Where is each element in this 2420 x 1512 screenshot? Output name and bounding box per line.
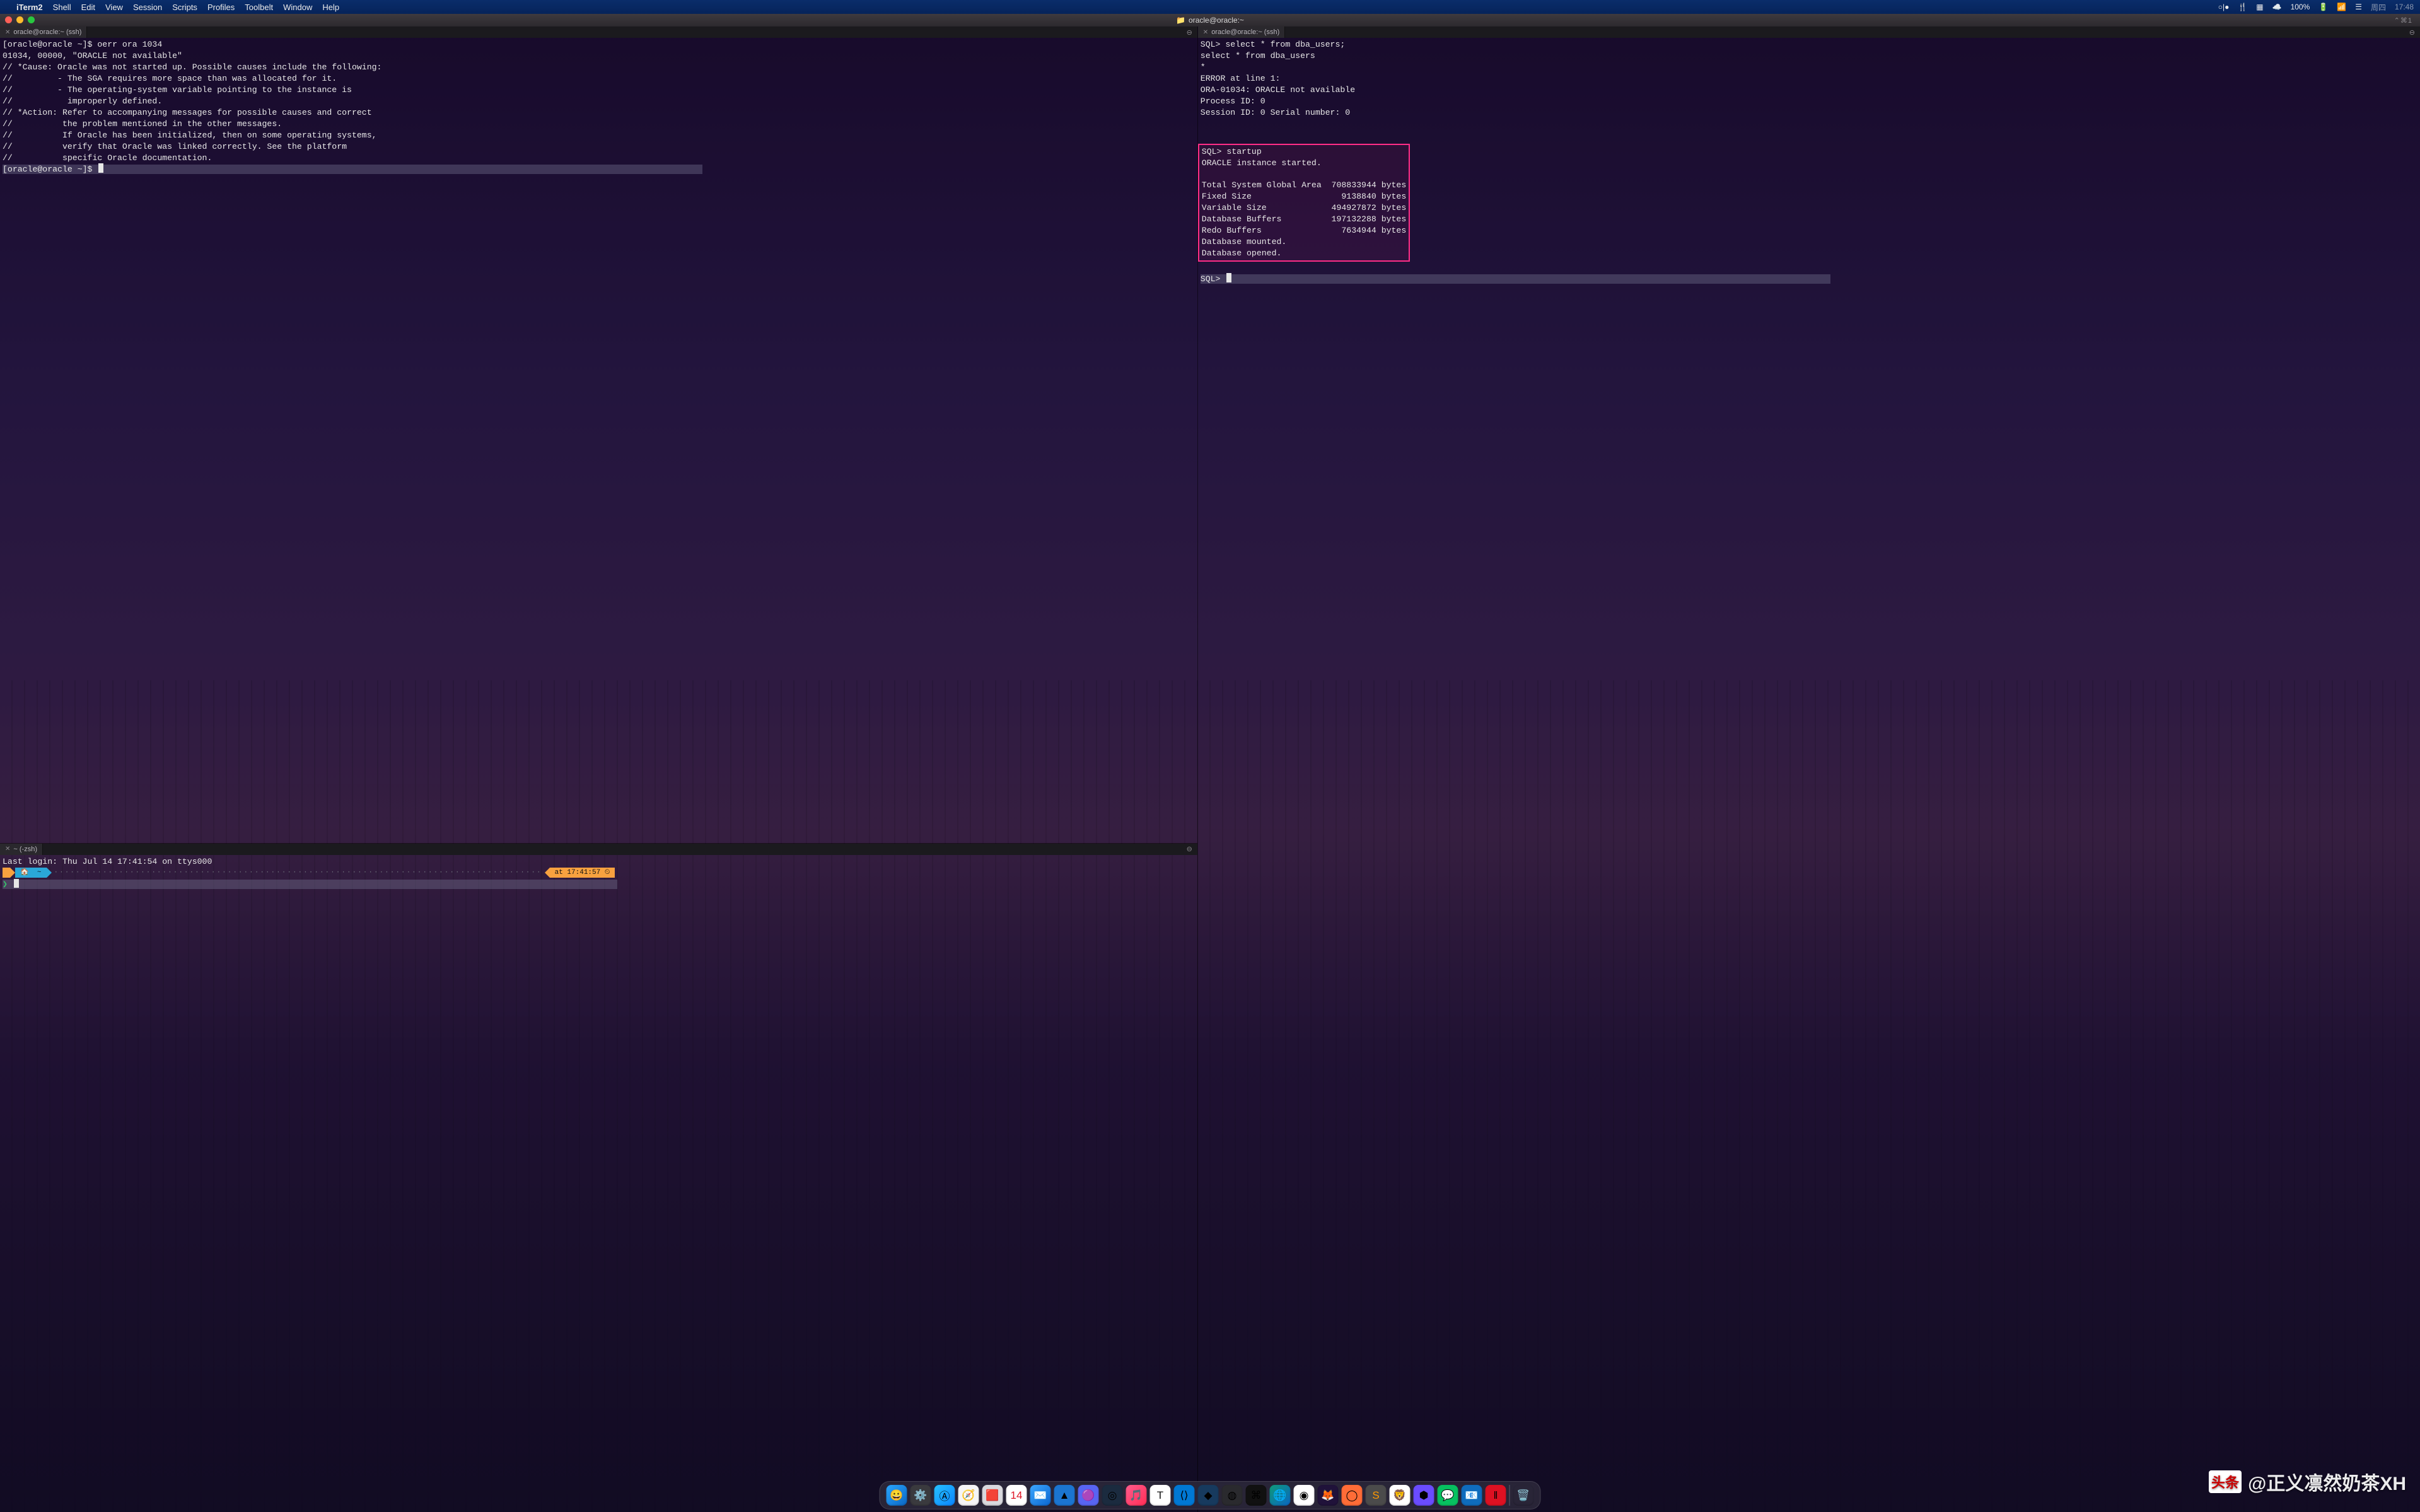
terminal-top-left[interactable]: [oracle@oracle ~]$ oerr ora 1034 01034, …: [0, 38, 1197, 843]
watermark-logo: 头条: [2209, 1470, 2242, 1493]
dock-icon-terminal[interactable]: ⌘: [1246, 1485, 1267, 1506]
pane-bottom-left[interactable]: ✕ ~ (-zsh) ⊖ Last login: Thu Jul 14 17:4…: [0, 844, 1197, 1512]
menu-shell[interactable]: Shell: [53, 3, 71, 12]
dock-icon-edge[interactable]: 🌐: [1270, 1485, 1291, 1506]
iterm-window: 📁 oracle@oracle:~ ⌃⌘1 ✕ oracle@oracle:~ …: [0, 14, 2420, 1512]
watermark-text: @正义凛然奶茶XH: [2248, 1468, 2406, 1496]
menu-help[interactable]: Help: [322, 3, 339, 12]
dock-icon-settings[interactable]: ⚙️: [910, 1485, 931, 1506]
dock-icon-app3[interactable]: ◆: [1198, 1485, 1219, 1506]
menubar-time[interactable]: 17:48: [2395, 3, 2414, 11]
control-center-icon[interactable]: ☰: [2355, 3, 2362, 11]
menu-window[interactable]: Window: [283, 3, 312, 12]
status-icon[interactable]: ○|●: [2218, 3, 2230, 11]
dock-icon-chrome[interactable]: ◉: [1294, 1485, 1315, 1506]
dock-icon-firefox[interactable]: 🦊: [1318, 1485, 1339, 1506]
battery-percent: 100%: [2291, 3, 2310, 11]
watermark: 头条 @正义凛然奶茶XH: [2209, 1468, 2406, 1496]
dock-icon-launchpad[interactable]: 🟥: [982, 1485, 1003, 1506]
tab-title: oracle@oracle:~ (ssh): [13, 28, 81, 36]
folder-icon: 📁: [1176, 16, 1185, 25]
tab-title: oracle@oracle:~ (ssh): [1211, 28, 1279, 36]
menu-view[interactable]: View: [105, 3, 123, 12]
dock-icon-discord[interactable]: 🟣: [1078, 1485, 1099, 1506]
window-zoom-button[interactable]: [28, 16, 35, 23]
wifi-icon[interactable]: 📶: [2337, 3, 2346, 11]
tab-top-left[interactable]: ✕ oracle@oracle:~ (ssh): [0, 26, 87, 38]
menu-scripts[interactable]: Scripts: [172, 3, 197, 12]
tabstrip-right: ✕ oracle@oracle:~ (ssh) ⊖: [1198, 26, 2420, 38]
dock-icon-postman[interactable]: ◯: [1342, 1485, 1363, 1506]
dock-icon-sublime[interactable]: S: [1366, 1485, 1387, 1506]
tab-right[interactable]: ✕ oracle@oracle:~ (ssh): [1198, 26, 1285, 38]
dock-icon-app4[interactable]: ⬢: [1414, 1485, 1434, 1506]
dock-icon-app1[interactable]: ▲: [1054, 1485, 1075, 1506]
menu-session[interactable]: Session: [133, 3, 162, 12]
window-titlebar[interactable]: 📁 oracle@oracle:~ ⌃⌘1: [0, 14, 2420, 26]
dock-icon-music[interactable]: 🎵: [1126, 1485, 1147, 1506]
dashboard-icon[interactable]: ▦: [2256, 3, 2263, 11]
tab-close-icon[interactable]: ✕: [1203, 29, 1208, 36]
dock-icon-outlook[interactable]: 📧: [1462, 1485, 1482, 1506]
pane-maximize-icon[interactable]: ⊖: [2404, 28, 2420, 37]
menu-profiles[interactable]: Profiles: [207, 3, 235, 12]
dock-icon-app2[interactable]: ◎: [1102, 1485, 1123, 1506]
menubar-status-area: ○|● 🍴 ▦ ☁️ 100% 🔋 📶 ☰ 周四 17:48: [2218, 2, 2414, 13]
tab-title: ~ (-zsh): [13, 846, 37, 853]
tab-bottom-left[interactable]: ✕ ~ (-zsh): [0, 844, 43, 855]
dock-icon-safari[interactable]: 🧭: [958, 1485, 979, 1506]
window-minimize-button[interactable]: [16, 16, 23, 23]
dock-icon-chrome-dev[interactable]: ◍: [1222, 1485, 1243, 1506]
dock-icon-app5[interactable]: ‖: [1486, 1485, 1506, 1506]
window-close-button[interactable]: [5, 16, 12, 23]
dock-icon-trash[interactable]: 🗑️: [1513, 1485, 1534, 1506]
utensils-icon[interactable]: 🍴: [2238, 3, 2247, 11]
dock-icon-wechat[interactable]: 💬: [1438, 1485, 1458, 1506]
dock-icon-mail[interactable]: ✉️: [1030, 1485, 1051, 1506]
pane-maximize-icon[interactable]: ⊖: [1182, 845, 1197, 853]
dock-icon-finder[interactable]: 😀: [887, 1485, 907, 1506]
dock-icon-typora[interactable]: T: [1150, 1485, 1171, 1506]
dock-icon-brave[interactable]: 🦁: [1390, 1485, 1411, 1506]
tab-close-icon[interactable]: ✕: [5, 846, 10, 852]
menu-edit[interactable]: Edit: [81, 3, 95, 12]
mac-dock: 😀⚙️Ⓐ🧭🟥14✉️▲🟣◎🎵T⟨⟩◆◍⌘🌐◉🦊◯S🦁⬢💬📧‖ 🗑️: [880, 1481, 1541, 1509]
cloud-icon[interactable]: ☁️: [2272, 3, 2282, 11]
pane-right[interactable]: ✕ oracle@oracle:~ (ssh) ⊖ SQL> select * …: [1198, 26, 2420, 1512]
app-name-menu[interactable]: iTerm2: [16, 3, 43, 12]
window-title: oracle@oracle:~: [1189, 16, 1244, 25]
mac-menubar: iTerm2 Shell Edit View Session Scripts P…: [0, 0, 2420, 14]
terminal-bottom-left[interactable]: Last login: Thu Jul 14 17:41:54 on ttys0…: [0, 855, 1197, 1512]
battery-icon[interactable]: 🔋: [2318, 3, 2328, 11]
tabstrip-top-left: ✕ oracle@oracle:~ (ssh) ⊖: [0, 26, 1197, 38]
dock-icon-vscode[interactable]: ⟨⟩: [1174, 1485, 1195, 1506]
window-shortcut-badge: ⌃⌘1: [2394, 16, 2412, 25]
dock-icon-appstore[interactable]: Ⓐ: [934, 1485, 955, 1506]
tab-close-icon[interactable]: ✕: [5, 29, 10, 36]
tabstrip-bottom-left: ✕ ~ (-zsh) ⊖: [0, 844, 1197, 855]
pane-top-left[interactable]: ✕ oracle@oracle:~ (ssh) ⊖ [oracle@oracle…: [0, 26, 1197, 844]
menu-toolbelt[interactable]: Toolbelt: [245, 3, 273, 12]
pane-maximize-icon[interactable]: ⊖: [1182, 28, 1197, 37]
terminal-right[interactable]: SQL> select * from dba_users; select * f…: [1198, 38, 2420, 1512]
traffic-light-buttons: [5, 16, 35, 23]
dock-icon-calendar[interactable]: 14: [1006, 1485, 1027, 1506]
menubar-day: 周四: [2371, 2, 2386, 13]
